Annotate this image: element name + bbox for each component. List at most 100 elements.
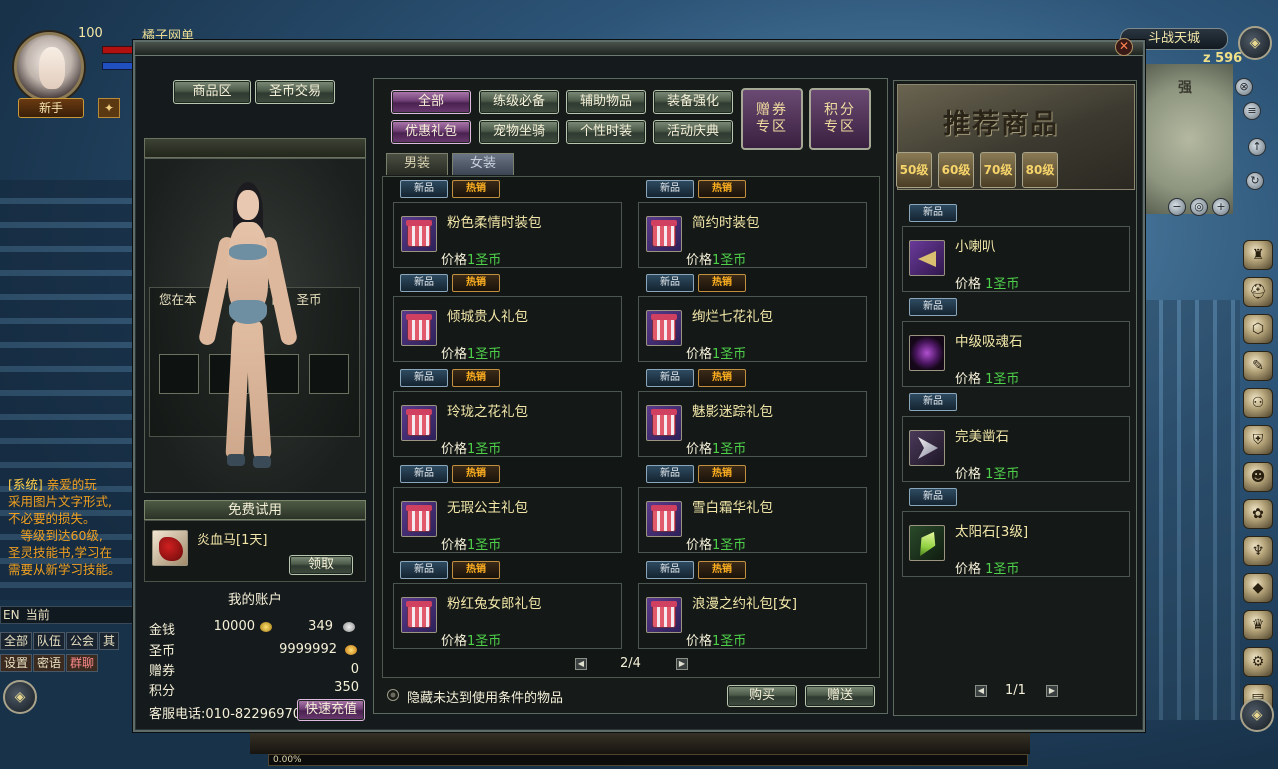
skill-hotbar[interactable] bbox=[250, 730, 1030, 754]
tab-product-area[interactable]: 商品区 bbox=[173, 80, 251, 104]
rec-next-page-button[interactable]: ▶ bbox=[1046, 685, 1058, 697]
preview-slot[interactable] bbox=[159, 354, 199, 394]
chisel-icon[interactable] bbox=[909, 430, 945, 466]
level-70-filter[interactable]: 70级 bbox=[980, 152, 1016, 188]
chat-tab-guild[interactable]: 公会 bbox=[66, 632, 99, 650]
sun-stone-icon[interactable] bbox=[909, 525, 945, 561]
chat-tab-all[interactable]: 全部 bbox=[0, 632, 33, 650]
chat-tab-group[interactable]: 群聊 bbox=[66, 654, 99, 672]
inventory-icon[interactable]: ⬡ bbox=[1243, 314, 1273, 344]
item-card[interactable]: 简约时装包 价格1圣币 bbox=[638, 202, 867, 268]
recommended-item[interactable]: 太阳石[3级] 价格 1圣币 bbox=[902, 511, 1130, 577]
tab-male-fashion[interactable]: 男装 bbox=[386, 153, 448, 175]
item-card[interactable]: 倾城贵人礼包 价格1圣币 bbox=[393, 296, 622, 362]
player-portrait[interactable] bbox=[14, 32, 84, 102]
map-up-icon[interactable]: ↑ bbox=[1248, 138, 1266, 156]
preview-slot[interactable] bbox=[309, 354, 349, 394]
compass-icon[interactable]: ◈ bbox=[1238, 26, 1272, 60]
claim-button[interactable]: 领取 bbox=[289, 555, 353, 575]
item-card[interactable]: 粉红兔女郎礼包 价格1圣币 bbox=[393, 583, 622, 649]
chat-toggle-icon[interactable]: ◈ bbox=[3, 680, 37, 714]
chat-tab-settings[interactable]: 设置 bbox=[0, 654, 33, 672]
item-card[interactable]: 魅影迷踪礼包 价格1圣币 bbox=[638, 391, 867, 457]
category-enhance[interactable]: 装备强化 bbox=[653, 90, 733, 114]
gift-box-icon[interactable] bbox=[401, 597, 437, 633]
chat-input[interactable]: EN 当前 bbox=[0, 606, 135, 624]
gift-box-icon[interactable] bbox=[401, 501, 437, 537]
category-discount-pack[interactable]: 优惠礼包 bbox=[391, 120, 471, 144]
item-card[interactable]: 粉色柔情时装包 价格1圣币 bbox=[393, 202, 622, 268]
category-leveling[interactable]: 练级必备 bbox=[479, 90, 559, 114]
recharge-button[interactable]: 快速充值 bbox=[297, 699, 365, 721]
map-list-icon[interactable]: ≡ bbox=[1243, 102, 1261, 120]
level-80-filter[interactable]: 80级 bbox=[1022, 152, 1058, 188]
character-model[interactable] bbox=[195, 182, 315, 472]
level-50-filter[interactable]: 50级 bbox=[896, 152, 932, 188]
prev-page-button[interactable]: ◀ bbox=[575, 658, 587, 670]
equipment-icon[interactable]: ⛑ bbox=[1243, 277, 1273, 307]
new-badge: 新品 bbox=[400, 561, 448, 579]
recommended-item[interactable]: 小喇叭 价格 1圣币 bbox=[902, 226, 1130, 292]
portrait-face bbox=[39, 47, 65, 89]
chat-tab-other[interactable]: 其 bbox=[99, 632, 120, 650]
points-zone-button[interactable]: 积分 专区 bbox=[809, 88, 871, 150]
zoom-out-icon[interactable]: − bbox=[1168, 198, 1186, 216]
item-name: 粉色柔情时装包 bbox=[447, 215, 542, 231]
category-fashion[interactable]: 个性时装 bbox=[566, 120, 646, 144]
hide-unusable-checkbox[interactable] bbox=[387, 689, 399, 701]
gift-box-icon[interactable] bbox=[401, 216, 437, 252]
recommended-item[interactable]: 中级吸魂石 价格 1圣币 bbox=[902, 321, 1130, 387]
gift-box-icon[interactable] bbox=[401, 405, 437, 441]
map-toggle-icon[interactable]: ⊗ bbox=[1235, 78, 1253, 96]
gift-box-icon[interactable] bbox=[646, 405, 682, 441]
item-card[interactable]: 玲珑之花礼包 价格1圣币 bbox=[393, 391, 622, 457]
buff-icon[interactable]: ✦ bbox=[98, 98, 120, 118]
item-card[interactable]: 绚烂七花礼包 价格1圣币 bbox=[638, 296, 867, 362]
orb-icon[interactable] bbox=[909, 335, 945, 371]
close-icon[interactable]: ✕ bbox=[1115, 38, 1133, 56]
rec-prev-page-button[interactable]: ◀ bbox=[975, 685, 987, 697]
next-page-button[interactable]: ▶ bbox=[676, 658, 688, 670]
tab-coin-trade[interactable]: 圣币交易 bbox=[255, 80, 335, 104]
gift-box-icon[interactable] bbox=[646, 216, 682, 252]
horse-icon[interactable] bbox=[152, 530, 188, 566]
character-icon[interactable]: ♜ bbox=[1243, 240, 1273, 270]
wings-icon[interactable]: ♆ bbox=[1243, 536, 1273, 566]
horn-icon[interactable] bbox=[909, 240, 945, 276]
gift-button[interactable]: 赠送 bbox=[805, 685, 875, 707]
level-60-filter[interactable]: 60级 bbox=[938, 152, 974, 188]
category-events[interactable]: 活动庆典 bbox=[653, 120, 733, 144]
gift-box-icon[interactable] bbox=[646, 501, 682, 537]
voucher-zone-button[interactable]: 赠券 专区 bbox=[741, 88, 803, 150]
zoom-reset-icon[interactable]: ◎ bbox=[1190, 198, 1208, 216]
settings-gear-icon[interactable]: ⚙ bbox=[1243, 647, 1273, 677]
chat-tab-team[interactable]: 队伍 bbox=[33, 632, 66, 650]
gift-box-icon[interactable] bbox=[646, 310, 682, 346]
input-mode[interactable]: EN bbox=[1, 608, 20, 622]
map-mode-icon[interactable]: ↻ bbox=[1246, 172, 1264, 190]
friends-icon[interactable]: ☻ bbox=[1243, 462, 1273, 492]
zoom-in-icon[interactable]: + bbox=[1212, 198, 1230, 216]
category-auxiliary[interactable]: 辅助物品 bbox=[566, 90, 646, 114]
item-name: 浪漫之约礼包[女] bbox=[692, 596, 798, 612]
team-icon[interactable]: ⚇ bbox=[1243, 388, 1273, 418]
category-all[interactable]: 全部 bbox=[391, 90, 471, 114]
mount-icon[interactable]: ◆ bbox=[1243, 573, 1273, 603]
chat-tab-whisper[interactable]: 密语 bbox=[33, 654, 66, 672]
buy-button[interactable]: 购买 bbox=[727, 685, 797, 707]
price-label: 价格 bbox=[955, 562, 982, 577]
guild-icon[interactable]: ⛨ bbox=[1243, 425, 1273, 455]
shop-title-bar[interactable] bbox=[135, 42, 1143, 56]
gift-box-icon[interactable] bbox=[646, 597, 682, 633]
recommended-item[interactable]: 完美凿石 价格 1圣币 bbox=[902, 416, 1130, 482]
item-card[interactable]: 无瑕公主礼包 价格1圣币 bbox=[393, 487, 622, 553]
category-pets-mounts[interactable]: 宠物坐骑 bbox=[479, 120, 559, 144]
menu-compass-icon[interactable]: ◈ bbox=[1240, 698, 1274, 732]
item-card[interactable]: 浪漫之约礼包[女] 价格1圣币 bbox=[638, 583, 867, 649]
pet-icon[interactable]: ✿ bbox=[1243, 499, 1273, 529]
gift-box-icon[interactable] bbox=[401, 310, 437, 346]
item-card[interactable]: 雪白霜华礼包 价格1圣币 bbox=[638, 487, 867, 553]
trophy-icon[interactable]: ♛ bbox=[1243, 610, 1273, 640]
tab-female-fashion[interactable]: 女装 bbox=[452, 153, 514, 175]
skills-icon[interactable]: ✎ bbox=[1243, 351, 1273, 381]
